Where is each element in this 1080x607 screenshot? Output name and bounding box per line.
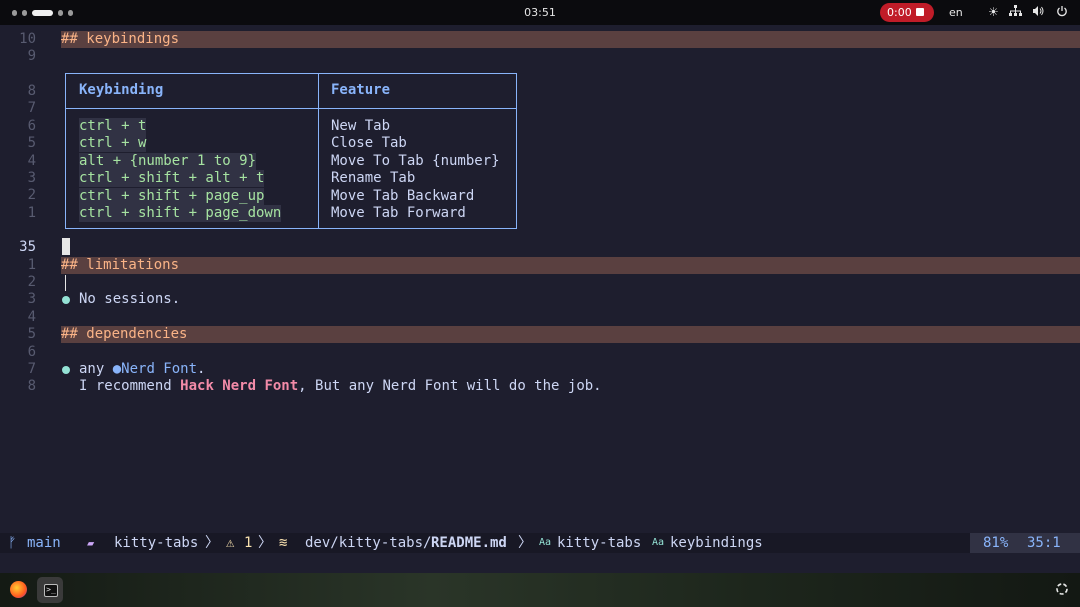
github-icon: ● (112, 361, 122, 377)
heading-highlight (61, 31, 1080, 48)
table-header-keybinding: Keybinding (79, 82, 164, 98)
stop-icon (916, 8, 924, 16)
current-line-number: 35 (19, 239, 36, 255)
indent-guide (65, 275, 66, 291)
dependency-item: any ●Nerd Font. (79, 361, 205, 378)
line-number: 3 (27, 291, 36, 307)
chevron-right-icon: 〉 (518, 535, 532, 551)
brightness-icon[interactable]: ☀ (988, 5, 999, 19)
dependency-suffix: . (197, 361, 206, 377)
project-name: kitty-tabs (114, 535, 199, 551)
keyboard-language[interactable]: en (949, 6, 963, 19)
heading-symbol-icon: Aa (652, 537, 665, 548)
app-grid-icon[interactable] (1054, 581, 1070, 597)
line-number: 1 (27, 257, 36, 273)
firefox-icon[interactable] (10, 581, 27, 598)
line-number: 4 (27, 153, 36, 169)
keybinding-code: ctrl + shift + page_down (79, 205, 282, 222)
line-number: 8 (27, 378, 36, 394)
line-number: 6 (27, 344, 36, 360)
line-number: 2 (27, 274, 36, 290)
warning-count: 1 (244, 535, 253, 551)
line-number: 1 (27, 205, 36, 221)
feature-cell: New Tab (331, 118, 391, 134)
line-number: 7 (27, 100, 36, 116)
line-number: 2 (27, 187, 36, 203)
heading-symbol-icon: Aa (539, 537, 552, 548)
feature-cell: Close Tab (331, 135, 407, 151)
terminal-app-button[interactable]: >_ (37, 577, 63, 603)
bullet-icon (62, 366, 70, 374)
feature-cell: Move To Tab {number} (331, 153, 500, 169)
folder-icon: ▰ (87, 536, 95, 550)
chevron-right-icon: 〉 (205, 535, 219, 551)
feature-cell: Move Tab Forward (331, 205, 466, 221)
feature-cell: Move Tab Backward (331, 188, 475, 204)
recommend-strong: Hack Nerd Font (180, 378, 299, 394)
table-divider (66, 108, 516, 109)
keybinding-code: ctrl + t (79, 118, 147, 135)
heading-keybindings: ## keybindings (61, 31, 180, 47)
heading-limitations: ## limitations (61, 257, 180, 273)
keybindings-table: Keybinding Feature ctrl + t New Tab ctrl… (65, 73, 517, 229)
limitation-item: No sessions. (79, 291, 181, 307)
chevron-right-icon: 〉 (258, 535, 272, 551)
table-header-feature: Feature (331, 82, 391, 98)
breadcrumb-heading: keybindings (670, 535, 763, 551)
volume-icon[interactable] (1032, 5, 1044, 20)
recommendation-line: I recommend Hack Nerd Font, But any Nerd… (79, 378, 602, 395)
line-number: 6 (27, 118, 36, 134)
git-branch: main (27, 535, 61, 551)
heading-highlight (61, 326, 1080, 343)
recommend-prefix: I recommend (79, 378, 181, 394)
table-divider (318, 74, 319, 228)
system-top-bar: 03:51 0:00 en ☀ (0, 0, 1080, 25)
line-number: 7 (27, 361, 36, 377)
keybinding-code: alt + {number 1 to 9} (79, 153, 257, 170)
terminal-icon: >_ (44, 584, 58, 597)
line-number: 5 (27, 326, 36, 342)
line-number: 9 (27, 48, 36, 64)
dependency-prefix: any (79, 361, 113, 377)
dock: >_ (0, 573, 1080, 607)
network-icon[interactable] (1009, 5, 1022, 20)
scroll-percent: 81% (983, 535, 1009, 551)
cursor-position: 35:1 (1027, 535, 1061, 551)
heading-dependencies: ## dependencies (61, 326, 188, 342)
power-icon[interactable] (1056, 5, 1068, 20)
line-number: 4 (27, 309, 36, 325)
nerd-font-link[interactable]: Nerd Font (121, 361, 197, 377)
git-branch-icon: ᚠ (8, 535, 17, 551)
text-cursor (62, 238, 70, 255)
terminal-padding (0, 553, 1080, 573)
file-name: README.md (431, 535, 507, 551)
breadcrumb-heading: kitty-tabs (557, 535, 642, 551)
feature-cell: Rename Tab (331, 170, 416, 186)
editor-buffer[interactable]: 10 9 8 7 6 5 4 3 2 1 35 1 2 3 4 5 6 7 8 … (0, 25, 1080, 533)
line-number: 5 (27, 135, 36, 151)
file-path-prefix: dev/kitty-tabs/ (305, 535, 432, 551)
keybinding-code: ctrl + w (79, 135, 147, 152)
keybinding-code: ctrl + shift + alt + t (79, 170, 265, 187)
recording-time: 0:00 (887, 6, 912, 19)
warning-icon: ⚠ (226, 535, 235, 551)
recommend-suffix: , But any Nerd Font will do the job. (298, 378, 602, 394)
markdown-file-icon: ≋ (279, 535, 288, 551)
line-number: 10 (19, 31, 36, 47)
heading-highlight (61, 257, 1080, 274)
bullet-icon (62, 296, 70, 304)
screen-recording-indicator[interactable]: 0:00 (880, 3, 934, 22)
line-number: 8 (27, 83, 36, 99)
statusline: ᚠ main ▰ kitty-tabs 〉 ⚠ 1 〉 ≋ dev/kitty-… (0, 533, 1080, 553)
line-number: 3 (27, 170, 36, 186)
keybinding-code: ctrl + shift + page_up (79, 188, 265, 205)
